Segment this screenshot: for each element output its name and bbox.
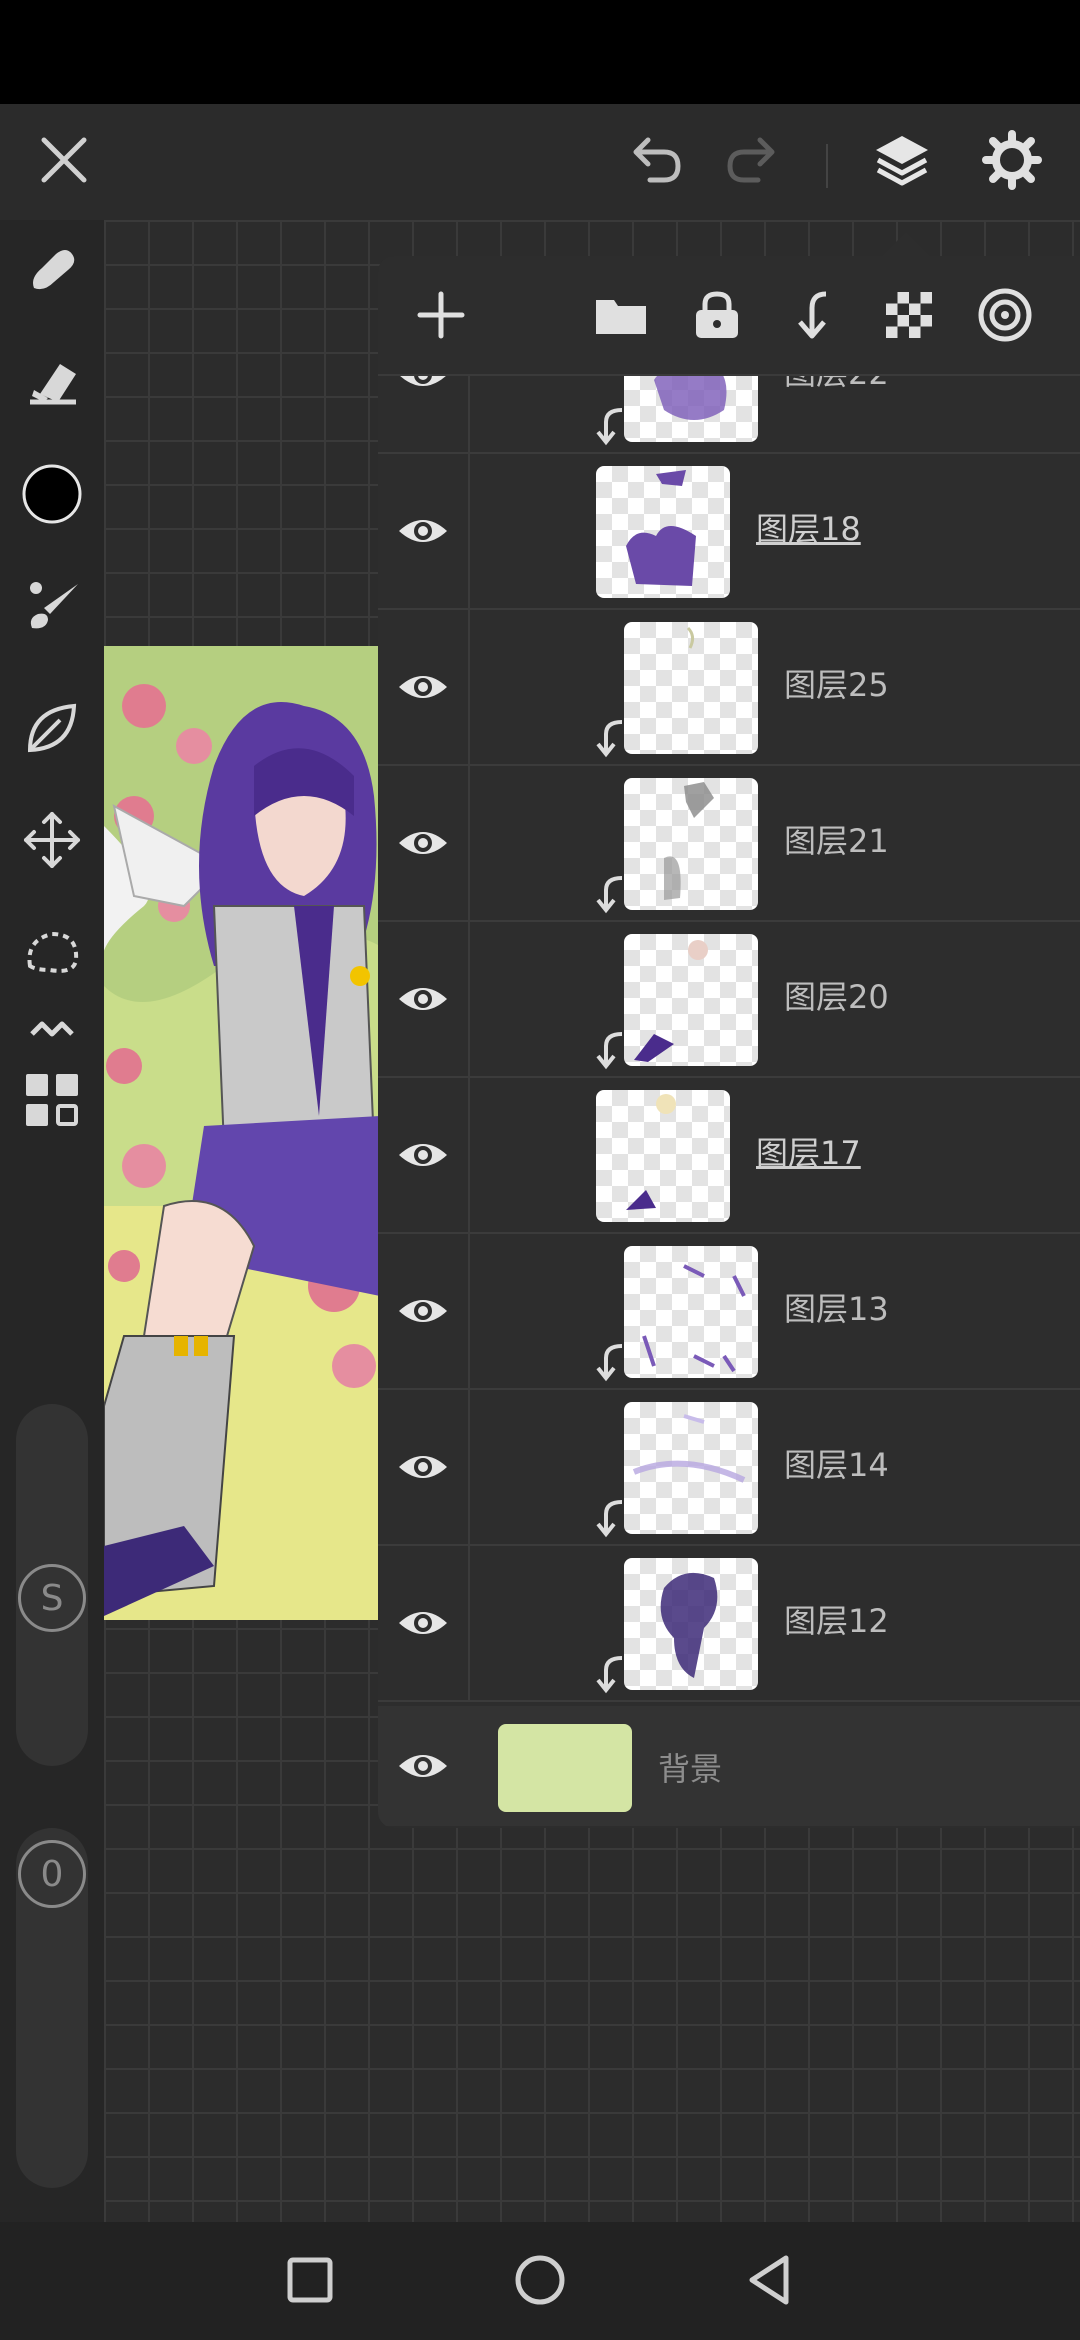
eye-icon bbox=[399, 988, 447, 1010]
toolbar-divider bbox=[826, 144, 828, 188]
background-color-swatch[interactable] bbox=[498, 1724, 632, 1812]
redo-icon[interactable] bbox=[716, 124, 788, 196]
smudge-icon[interactable] bbox=[12, 230, 92, 310]
layers-toolbar bbox=[378, 256, 1080, 376]
layer-name: 图层20 bbox=[784, 978, 889, 1016]
layer-thumbnail bbox=[624, 622, 758, 754]
left-toolbar: S 0 bbox=[0, 220, 104, 2222]
layers-panel: 图层22 图层18 图层25 bbox=[378, 256, 1080, 1828]
eye-icon bbox=[399, 1456, 447, 1478]
layer-thumbnail bbox=[624, 778, 758, 910]
layer-name: 图层12 bbox=[784, 1602, 889, 1640]
navigation-bar bbox=[0, 2222, 1080, 2340]
panel-pointer bbox=[882, 232, 930, 256]
clipping-arrow-icon bbox=[596, 408, 623, 446]
opacity-slider[interactable]: 0 bbox=[16, 1828, 88, 2188]
add-icon[interactable] bbox=[408, 282, 474, 348]
layer-name: 图层21 bbox=[784, 822, 889, 860]
layer-row[interactable]: 图层12 bbox=[378, 1546, 1080, 1702]
visibility-toggle[interactable] bbox=[378, 1078, 470, 1232]
visibility-toggle[interactable] bbox=[378, 610, 470, 764]
background-layer-row[interactable]: 背景 bbox=[378, 1706, 1080, 1826]
gallery-icon[interactable] bbox=[12, 1060, 92, 1140]
layer-thumbnail bbox=[624, 1402, 758, 1534]
visibility-toggle[interactable] bbox=[378, 922, 470, 1076]
layer-list[interactable]: 图层22 图层18 图层25 bbox=[378, 376, 1080, 1828]
visibility-toggle[interactable] bbox=[378, 1390, 470, 1544]
layer-name: 图层25 bbox=[784, 666, 889, 704]
background-layer-name: 背景 bbox=[658, 1750, 723, 1788]
eye-icon bbox=[399, 1612, 447, 1634]
clipping-arrow-icon bbox=[596, 1344, 623, 1382]
lock-icon[interactable] bbox=[684, 282, 750, 348]
visibility-toggle[interactable] bbox=[378, 454, 470, 608]
visibility-toggle[interactable] bbox=[378, 1706, 468, 1826]
top-bar bbox=[0, 104, 1080, 220]
layer-name: 图层22 bbox=[784, 376, 889, 394]
color-swatch[interactable] bbox=[12, 454, 92, 534]
status-bar bbox=[0, 0, 1080, 104]
move-icon[interactable] bbox=[12, 800, 92, 880]
eye-icon bbox=[399, 1300, 447, 1322]
undo-icon[interactable] bbox=[620, 124, 692, 196]
eraser-icon[interactable] bbox=[12, 342, 92, 422]
eye-icon bbox=[400, 376, 446, 386]
eye-icon bbox=[399, 1755, 447, 1777]
artwork-canvas[interactable] bbox=[104, 646, 380, 1620]
clipping-arrow-icon bbox=[596, 1656, 623, 1694]
leaf-icon[interactable] bbox=[12, 688, 92, 768]
artwork-illustration bbox=[104, 646, 380, 1620]
layer-name: 图层14 bbox=[784, 1446, 889, 1484]
clipping-arrow-icon bbox=[596, 1032, 623, 1070]
layer-thumbnail bbox=[624, 1246, 758, 1378]
layers-icon[interactable] bbox=[866, 124, 938, 196]
layer-name: 图层13 bbox=[784, 1290, 889, 1328]
transparency-icon[interactable] bbox=[876, 282, 942, 348]
eye-icon bbox=[399, 520, 447, 542]
layer-thumbnail bbox=[596, 466, 730, 598]
ruler-icon[interactable] bbox=[12, 996, 92, 1056]
clipping-arrow-icon bbox=[596, 1500, 623, 1538]
recent-apps-icon[interactable] bbox=[274, 2244, 346, 2316]
layer-thumbnail bbox=[596, 1090, 730, 1222]
layer-row[interactable]: 图层13 bbox=[378, 1234, 1080, 1390]
eye-icon bbox=[399, 676, 447, 698]
layer-row[interactable]: 图层20 bbox=[378, 922, 1080, 1078]
layer-row[interactable]: 图层22 bbox=[378, 376, 1080, 454]
layer-thumbnail bbox=[624, 376, 758, 442]
layer-name: 图层17 bbox=[756, 1134, 861, 1172]
brush-size-slider[interactable]: S bbox=[16, 1404, 88, 1766]
layer-row[interactable]: 图层21 bbox=[378, 766, 1080, 922]
folder-icon[interactable] bbox=[588, 282, 654, 348]
layer-row[interactable]: 图层25 bbox=[378, 610, 1080, 766]
gear-icon[interactable] bbox=[976, 124, 1048, 196]
clipping-arrow-icon bbox=[596, 720, 623, 758]
clipping-arrow-icon bbox=[596, 876, 623, 914]
visibility-toggle[interactable] bbox=[378, 1234, 470, 1388]
layer-name: 图层18 bbox=[756, 510, 861, 548]
painting-app: S 0 图层18 图层25 图层21 图层20 图层17 图层13 图层14 图… bbox=[0, 104, 1080, 2222]
visibility-toggle[interactable] bbox=[378, 1546, 470, 1700]
layer-row[interactable]: 图层18 bbox=[378, 454, 1080, 610]
opacity-slider-badge: 0 bbox=[18, 1840, 86, 1908]
merge-down-icon[interactable] bbox=[780, 282, 846, 348]
close-icon[interactable] bbox=[28, 124, 100, 196]
size-slider-badge: S bbox=[18, 1564, 86, 1632]
target-icon[interactable] bbox=[972, 282, 1038, 348]
eye-icon bbox=[399, 832, 447, 854]
brush-icon[interactable] bbox=[12, 566, 92, 646]
layer-thumbnail bbox=[624, 934, 758, 1066]
layer-thumbnail bbox=[624, 1558, 758, 1690]
home-icon[interactable] bbox=[504, 2244, 576, 2316]
layer-row[interactable]: 图层17 bbox=[378, 1078, 1080, 1234]
eye-icon bbox=[399, 1144, 447, 1166]
visibility-toggle[interactable] bbox=[378, 766, 470, 920]
back-icon[interactable] bbox=[734, 2244, 806, 2316]
layer-row[interactable]: 图层14 bbox=[378, 1390, 1080, 1546]
lasso-icon[interactable] bbox=[12, 912, 92, 992]
visibility-toggle[interactable] bbox=[378, 376, 470, 452]
